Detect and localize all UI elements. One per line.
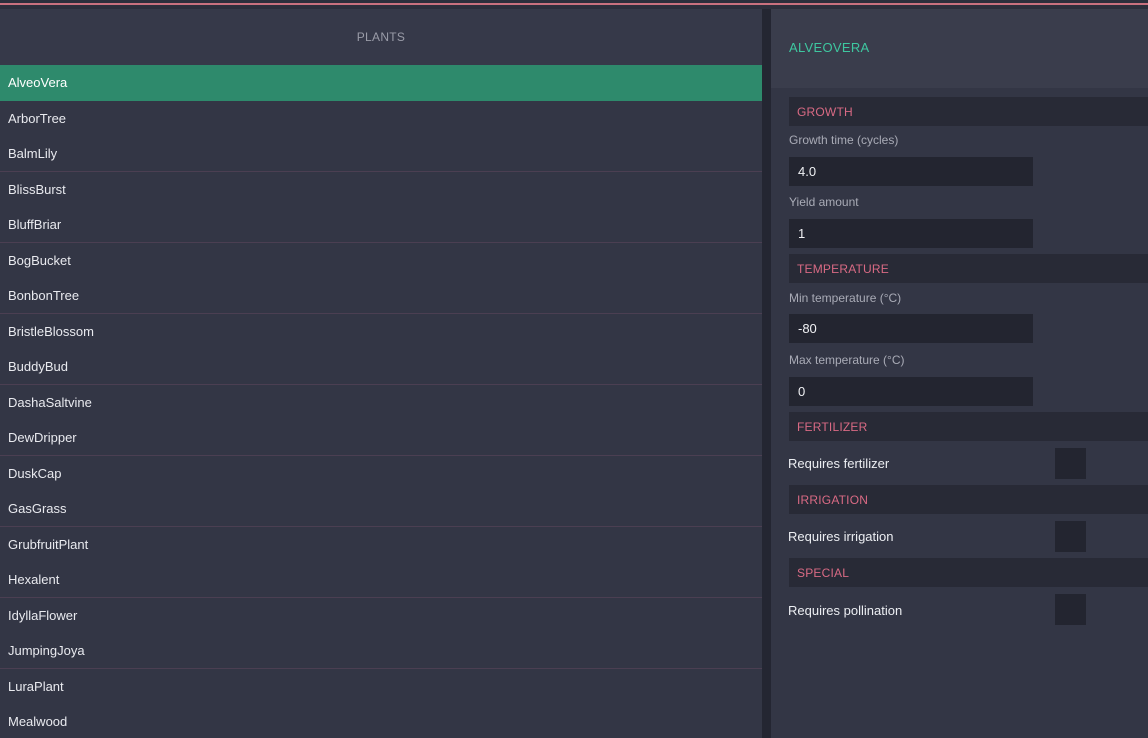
section-irrigation: IRRIGATION	[789, 485, 1148, 514]
section-growth-label: GROWTH	[797, 105, 853, 119]
section-special-label: SPECIAL	[797, 566, 850, 580]
section-fertilizer-label: FERTILIZER	[797, 420, 868, 434]
plant-list-item[interactable]: Hexalent	[0, 562, 762, 598]
plants-list-header: PLANTS	[0, 9, 762, 65]
plants-list-panel: PLANTS AlveoVera ArborTree BalmLily Blis…	[0, 9, 762, 738]
plant-list-item[interactable]: GasGrass	[0, 491, 762, 527]
max-temperature-input[interactable]: 0	[789, 377, 1033, 406]
min-temperature-label: Min temperature (°C)	[789, 291, 902, 305]
plant-list-item[interactable]: Mealwood	[0, 704, 762, 738]
detail-title: ALVEOVERA	[789, 40, 870, 55]
plant-list-item[interactable]: BalmLily	[0, 136, 762, 172]
plant-list-item[interactable]: BluffBriar	[0, 207, 762, 243]
plant-list-item[interactable]: GrubfruitPlant	[0, 527, 762, 563]
requires-fertilizer-label: Requires fertilizer	[788, 456, 890, 471]
requires-pollination-checkbox[interactable]	[1055, 594, 1086, 625]
section-growth: GROWTH	[789, 97, 1148, 126]
requires-irrigation-checkbox[interactable]	[1055, 521, 1086, 552]
section-temperature: TEMPERATURE	[789, 254, 1148, 283]
plant-list-item[interactable]: ArborTree	[0, 101, 762, 137]
top-accent-line	[0, 3, 1148, 5]
plant-list-item[interactable]: AlveoVera	[0, 65, 762, 101]
requires-irrigation-label: Requires irrigation	[788, 529, 894, 544]
yield-amount-input[interactable]: 1	[789, 219, 1033, 248]
plant-list-item[interactable]: BlissBurst	[0, 172, 762, 208]
plants-list: AlveoVera ArborTree BalmLily BlissBurst …	[0, 65, 762, 738]
requires-pollination-label: Requires pollination	[788, 603, 903, 618]
plant-detail-panel: ALVEOVERA GROWTH Growth time (cycles) 4.…	[771, 9, 1148, 738]
yield-amount-label: Yield amount	[789, 195, 859, 209]
plant-list-item[interactable]: LuraPlant	[0, 669, 762, 705]
detail-header: ALVEOVERA	[771, 9, 1148, 88]
growth-time-label: Growth time (cycles)	[789, 133, 899, 147]
section-special: SPECIAL	[789, 558, 1148, 587]
plant-list-item[interactable]: BogBucket	[0, 243, 762, 279]
plant-list-item[interactable]: DashaSaltvine	[0, 385, 762, 421]
plant-list-item[interactable]: BristleBlossom	[0, 314, 762, 350]
growth-time-input[interactable]: 4.0	[789, 157, 1033, 186]
min-temperature-input[interactable]: -80	[789, 314, 1033, 343]
section-fertilizer: FERTILIZER	[789, 412, 1148, 441]
plant-list-item[interactable]: DewDripper	[0, 420, 762, 456]
requires-fertilizer-checkbox[interactable]	[1055, 448, 1086, 479]
plant-list-item[interactable]: DuskCap	[0, 456, 762, 492]
panel-splitter[interactable]	[762, 9, 771, 738]
section-temperature-label: TEMPERATURE	[797, 262, 889, 276]
plant-list-item[interactable]: IdyllaFlower	[0, 598, 762, 634]
plant-list-item[interactable]: JumpingJoya	[0, 633, 762, 669]
plant-list-item[interactable]: BuddyBud	[0, 349, 762, 385]
plant-list-item[interactable]: BonbonTree	[0, 278, 762, 314]
top-bar	[0, 0, 1148, 9]
max-temperature-label: Max temperature (°C)	[789, 353, 905, 367]
section-irrigation-label: IRRIGATION	[797, 493, 869, 507]
